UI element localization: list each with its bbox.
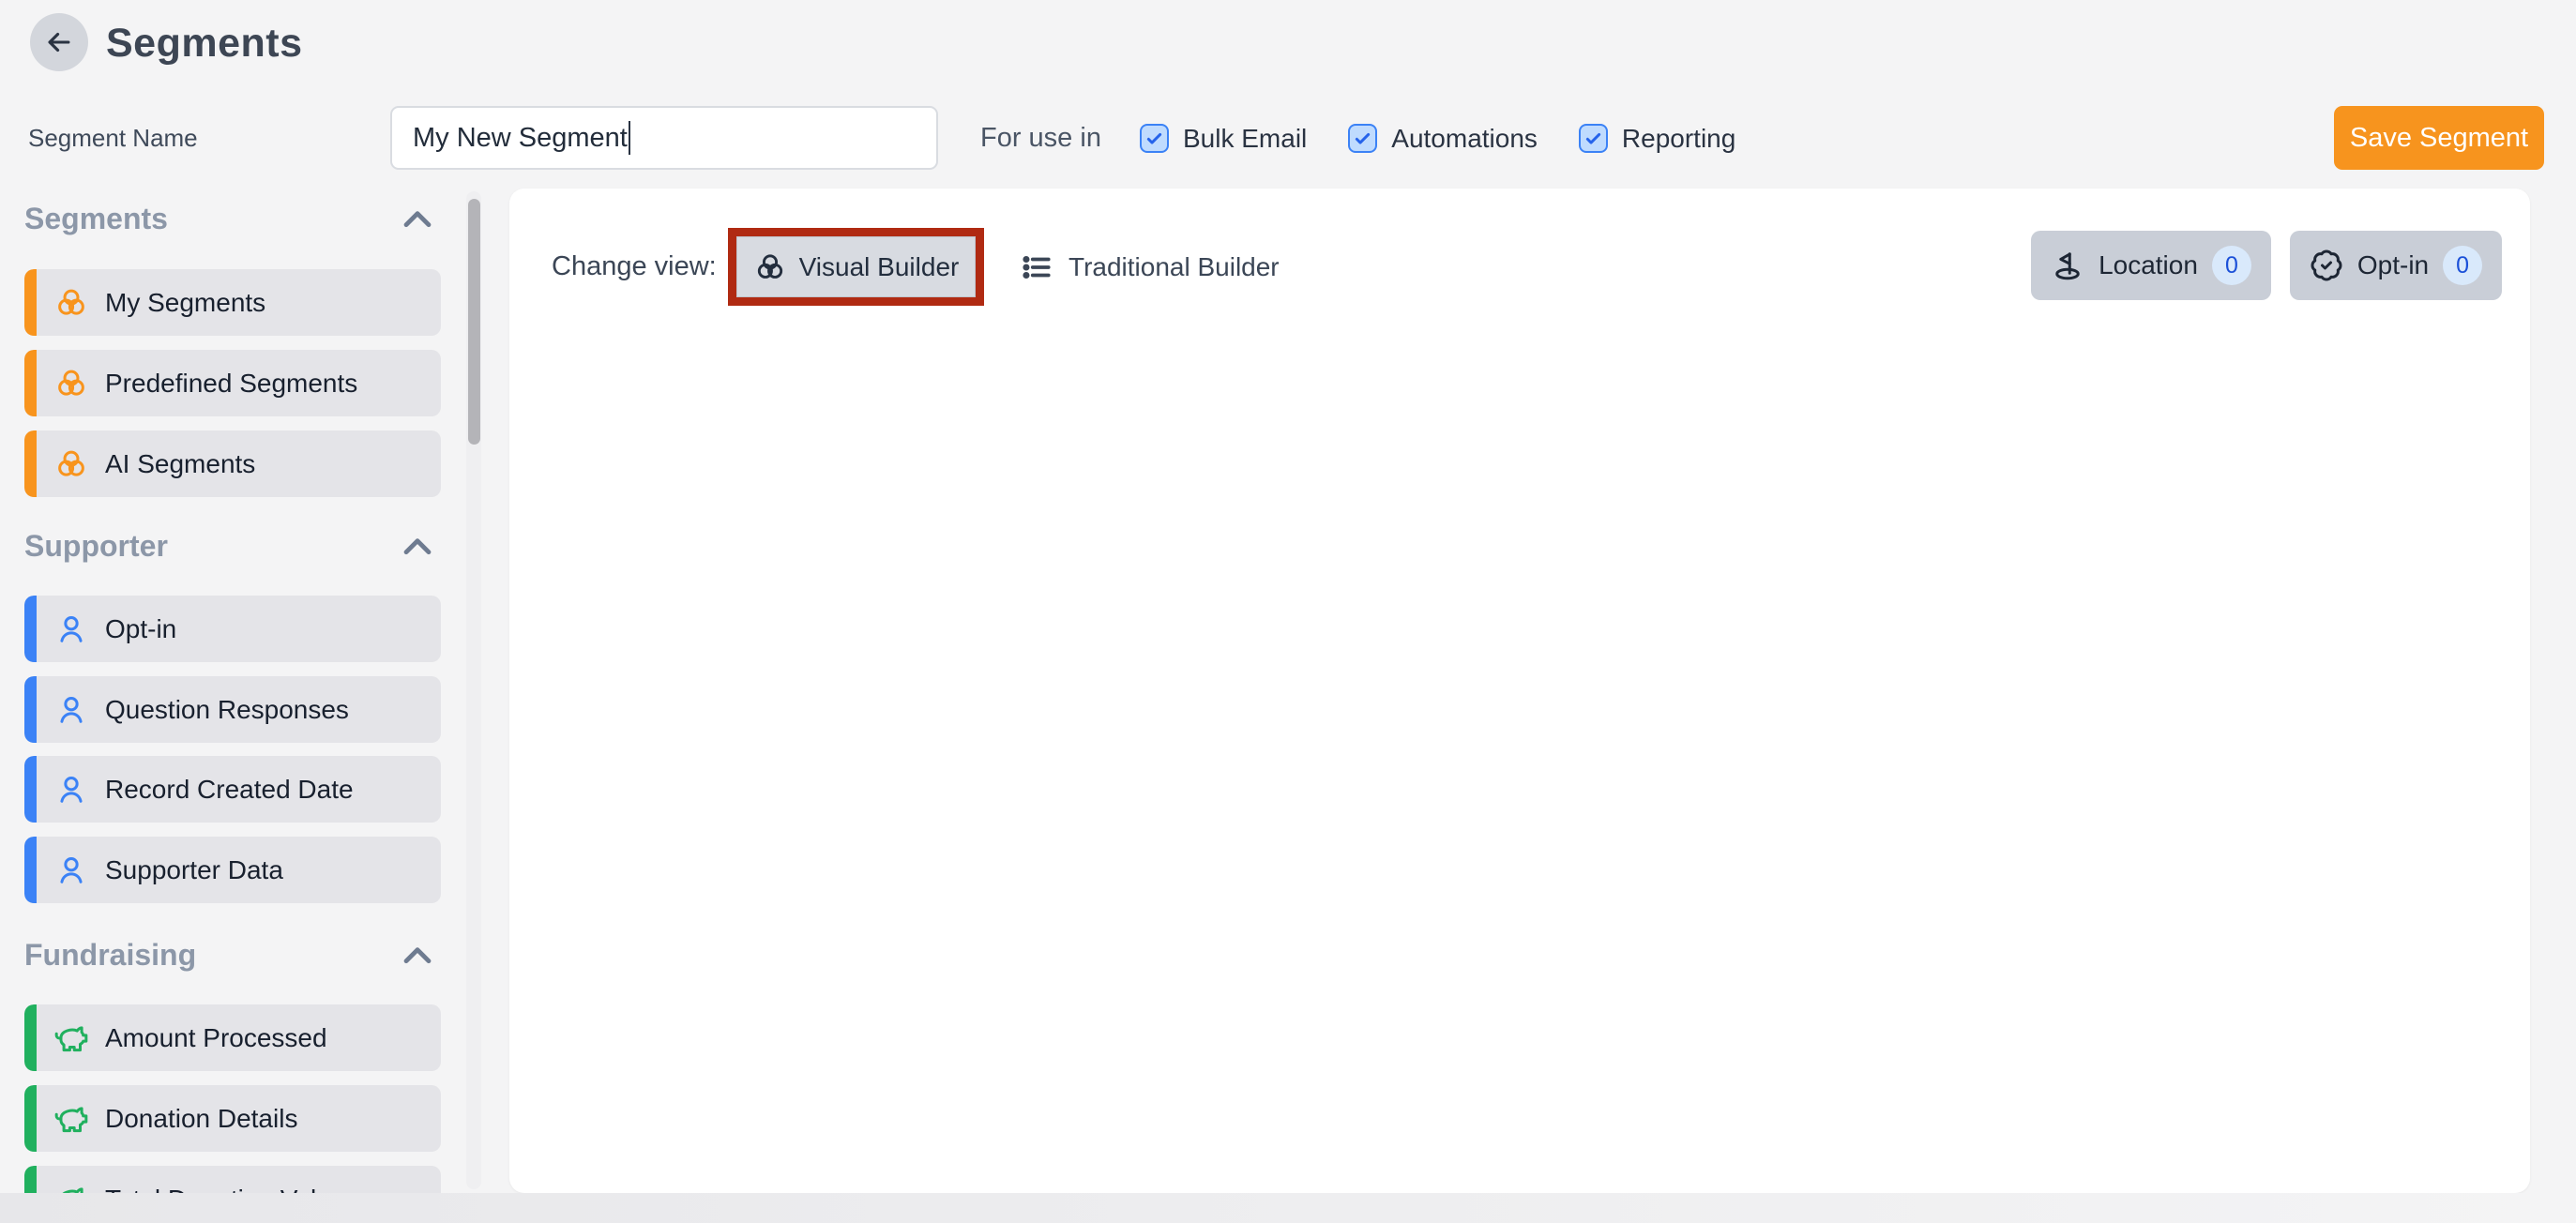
view-option-label: Traditional Builder [1068,252,1280,282]
checkbox-checked-icon[interactable] [1348,124,1377,153]
segments-venn-icon [53,446,89,482]
chevron-up-icon[interactable] [402,207,433,230]
sidebar-item-label: Predefined Segments [105,369,357,399]
section-title: Segments [24,202,168,236]
sidebar-item-label: Opt-in [105,614,176,644]
badge-check-icon [2310,249,2343,282]
sidebar-item-label: Donation Details [105,1104,297,1134]
sidebar-item-my-segments[interactable]: My Segments [24,269,441,336]
accent-stripe [24,1004,37,1071]
traditional-builder-button[interactable]: Traditional Builder [1021,240,1280,294]
segments-venn-icon [53,366,89,401]
person-icon [53,612,89,647]
sidebar-item-total-donation-value[interactable]: Total Donation Value [24,1166,441,1193]
checkbox-automations[interactable]: Automations [1348,124,1538,154]
sidebar-item-label: Total Donation Value [105,1185,345,1194]
text-caret [629,121,631,155]
view-option-label: Visual Builder [799,252,960,282]
segments-page: Segments Segment Name My New Segment For… [0,0,2576,1223]
section-title: Fundraising [24,938,196,973]
accent-stripe [24,269,37,336]
sidebar-item-opt-in[interactable]: Opt-in [24,596,441,662]
sidebar-item-amount-processed[interactable]: Amount Processed [24,1004,441,1071]
visual-builder-button[interactable]: Visual Builder [736,236,976,297]
sidebar-item-supporter-data[interactable]: Supporter Data [24,837,441,903]
sidebar-item-label: Supporter Data [105,855,283,885]
segment-name-label: Segment Name [28,107,198,170]
filter-label: Location [2099,250,2198,280]
accent-stripe [24,430,37,497]
location-flag-icon [2051,249,2084,282]
sidebar-item-label: My Segments [105,288,265,318]
sidebar-scrollbar-thumb[interactable] [468,199,480,445]
back-button[interactable] [30,13,88,71]
sidebar-item-record-created-date[interactable]: Record Created Date [24,756,441,823]
accent-stripe [24,837,37,903]
accent-stripe [24,1085,37,1152]
accent-stripe [24,756,37,823]
checkbox-reporting[interactable]: Reporting [1579,124,1735,154]
piggy-bank-icon [53,1020,89,1056]
sidebar-scrollbar-track[interactable] [466,191,481,1189]
page-title: Segments [106,21,303,67]
sidebar-item-question-responses[interactable]: Question Responses [24,676,441,743]
change-view-label: Change view: [552,245,717,288]
location-filter-button[interactable]: Location 0 [2031,231,2271,300]
segment-name-value: My New Segment [413,123,628,154]
sidebar-section-segments-header: Segments [24,195,441,242]
chevron-up-icon[interactable] [402,944,433,966]
sidebar-section-fundraising-header: Fundraising [24,931,441,978]
bottom-strip [0,1193,2576,1223]
piggy-bank-icon [53,1101,89,1137]
checkbox-checked-icon[interactable] [1140,124,1169,153]
piggy-bank-icon [53,1182,89,1194]
checkbox-label: Reporting [1622,124,1735,154]
accent-stripe [24,596,37,662]
checkbox-checked-icon[interactable] [1579,124,1608,153]
sidebar-item-predefined-segments[interactable]: Predefined Segments [24,350,441,416]
venn-diagram-icon [753,250,787,284]
checkbox-label: Automations [1391,124,1538,154]
checkbox-bulk-email[interactable]: Bulk Email [1140,124,1307,154]
arrow-left-icon [43,26,75,58]
accent-stripe [24,676,37,743]
accent-stripe [24,350,37,416]
sidebar-item-label: Question Responses [105,695,349,725]
for-use-in-label: For use in [980,107,1101,170]
annotation-highlight-box: Visual Builder [728,228,984,306]
sidebar-item-label: Amount Processed [105,1023,327,1053]
person-icon [53,772,89,808]
for-use-in-checkbox-group: Bulk Email Automations Reporting [1140,107,1735,170]
accent-stripe [24,1166,37,1193]
builder-panel: Change view: Visual Builder Traditional … [509,189,2530,1193]
sidebar: Segments My Segments Predefined Segments [24,188,441,1193]
filter-label: Opt-in [2357,250,2429,280]
checkbox-label: Bulk Email [1183,124,1307,154]
person-icon [53,692,89,728]
sidebar-item-donation-details[interactable]: Donation Details [24,1085,441,1152]
save-segment-button[interactable]: Save Segment [2334,106,2544,170]
section-title: Supporter [24,529,168,564]
person-icon [53,853,89,888]
sidebar-item-label: Record Created Date [105,775,354,805]
chevron-up-icon[interactable] [402,535,433,557]
opt-in-filter-button[interactable]: Opt-in 0 [2290,231,2502,300]
sidebar-section-supporter-header: Supporter [24,522,441,569]
sidebar-item-ai-segments[interactable]: AI Segments [24,430,441,497]
segment-name-input[interactable]: My New Segment [390,106,938,170]
sidebar-item-label: AI Segments [105,449,255,479]
count-badge: 0 [2443,246,2482,285]
segments-venn-icon [53,285,89,321]
list-icon [1021,251,1053,283]
count-badge: 0 [2212,246,2251,285]
